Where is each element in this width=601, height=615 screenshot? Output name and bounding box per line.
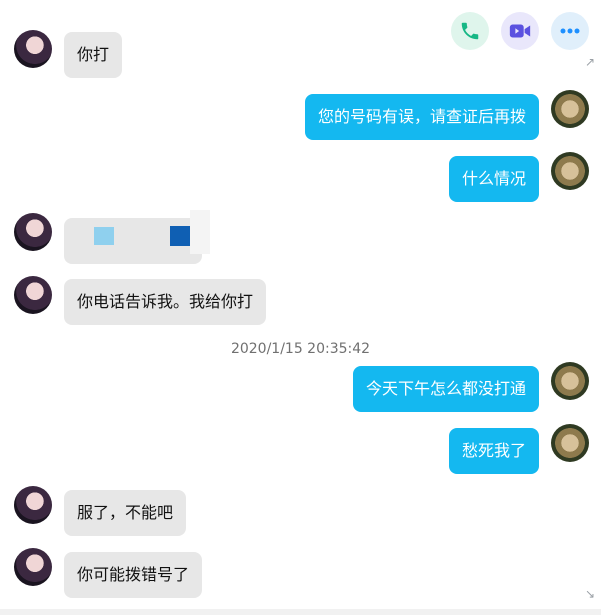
- message-timestamp: 2020/1/15 20:35:42: [230, 341, 371, 357]
- chat-bubble-incoming: 你可能拨错号了: [64, 552, 203, 598]
- chat-bubble-outgoing: 什么情况: [448, 156, 539, 202]
- redaction-block: [190, 210, 210, 254]
- redaction-block: [170, 226, 190, 246]
- chat-bubble-outgoing: 愁死我了: [448, 428, 539, 474]
- contact-avatar[interactable]: [14, 276, 52, 314]
- contact-avatar[interactable]: [14, 548, 52, 586]
- chat-bubble-incoming: 你电话告诉我。我给你打: [64, 279, 267, 325]
- chat-bubble-outgoing: 您的号码有误，请查证后再拨: [304, 94, 539, 140]
- video-call-button[interactable]: [501, 12, 539, 50]
- contact-avatar[interactable]: [14, 30, 52, 68]
- redaction-block: [94, 227, 114, 245]
- my-avatar[interactable]: [551, 90, 589, 128]
- more-options-button[interactable]: [551, 12, 589, 50]
- more-icon: [560, 28, 580, 34]
- voice-call-button[interactable]: [451, 12, 489, 50]
- chat-toolbar: [451, 12, 589, 50]
- contact-avatar[interactable]: [14, 486, 52, 524]
- phone-icon: [461, 22, 479, 40]
- my-avatar[interactable]: [551, 424, 589, 462]
- chat-bubble-outgoing: 今天下午怎么都没打通: [352, 366, 539, 412]
- bottom-divider: [0, 609, 601, 615]
- my-avatar[interactable]: [551, 362, 589, 400]
- resize-arrow-icon: ↗: [584, 55, 595, 69]
- contact-avatar[interactable]: [14, 213, 52, 251]
- chat-bubble-incoming: 你打: [64, 32, 123, 78]
- video-icon: [509, 24, 531, 38]
- chat-bubble-incoming: 服了，不能吧: [64, 490, 187, 536]
- my-avatar[interactable]: [551, 152, 589, 190]
- resize-arrow-icon: ↘: [584, 587, 595, 601]
